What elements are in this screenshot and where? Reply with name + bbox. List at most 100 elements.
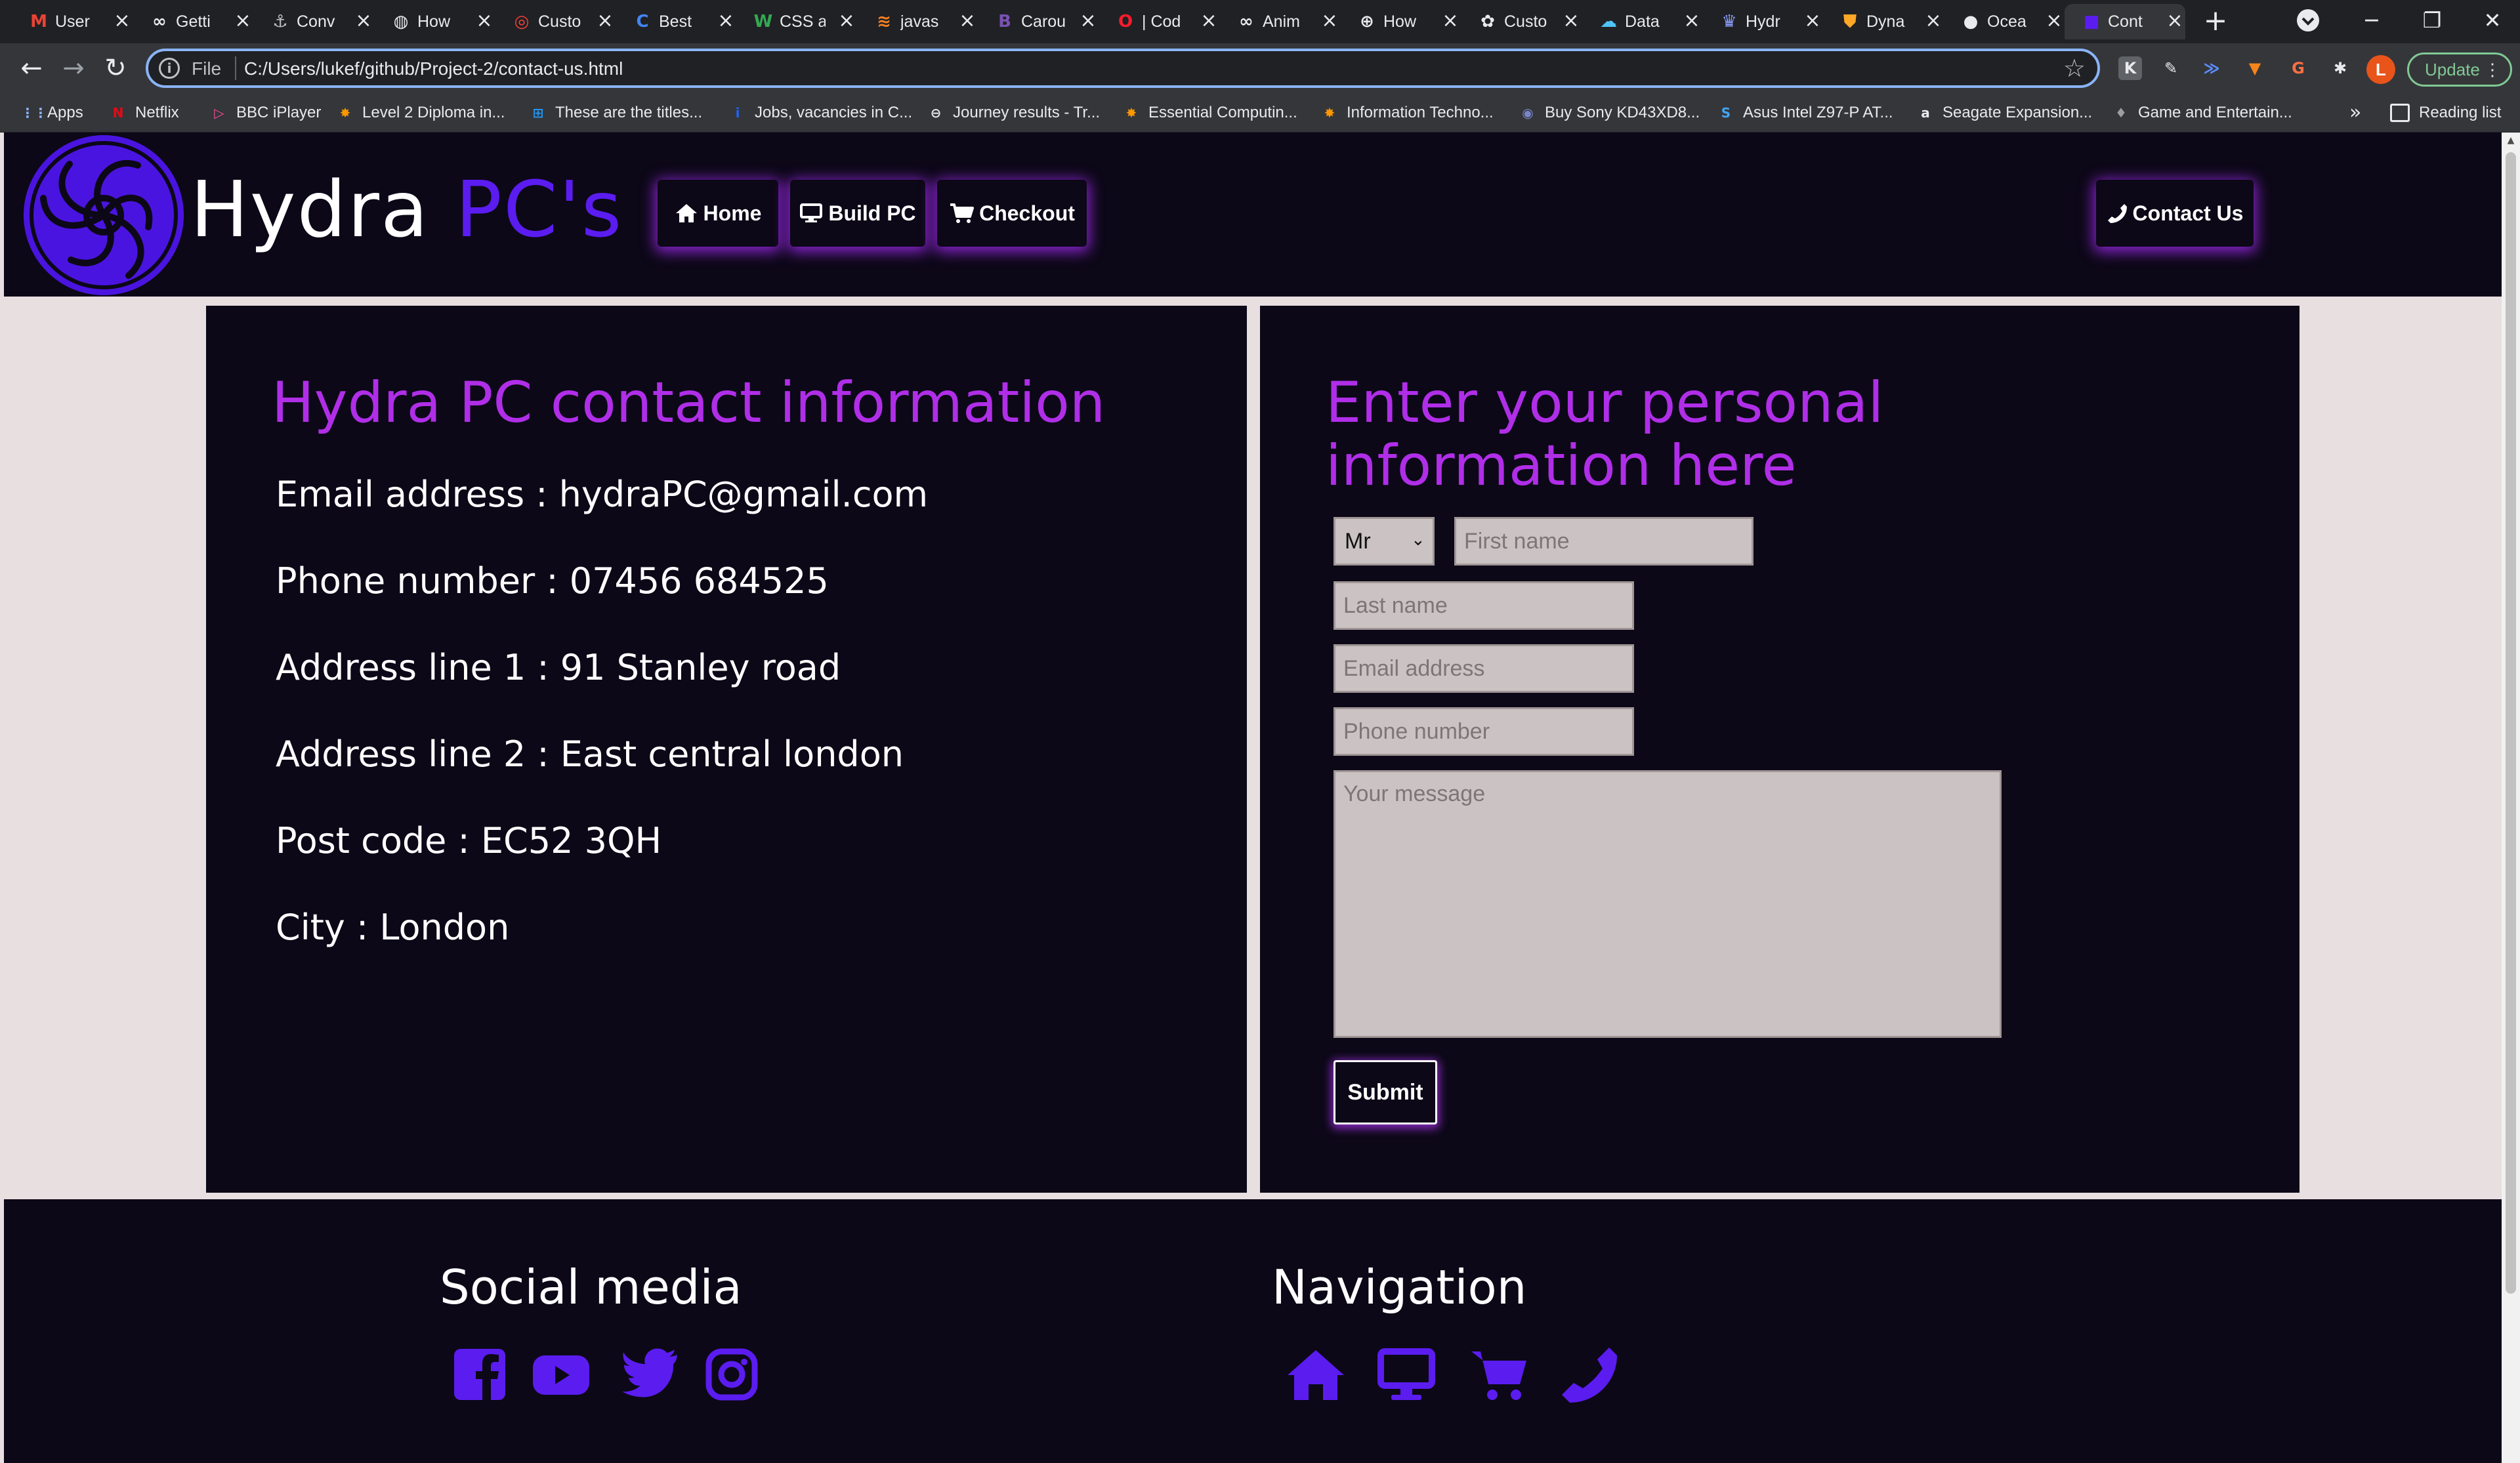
browser-tab[interactable]: ∞ Anim × bbox=[1219, 4, 1340, 39]
youtube-icon[interactable] bbox=[532, 1345, 591, 1404]
tab-close-icon[interactable]: × bbox=[1680, 9, 1704, 33]
extension-metamask-icon[interactable]: ▼ bbox=[2243, 56, 2267, 80]
tab-close-icon[interactable]: × bbox=[1801, 9, 1824, 33]
browser-tab[interactable]: ■ Cont × bbox=[2065, 4, 2185, 39]
close-window-button[interactable]: ✕ bbox=[2473, 4, 2512, 37]
instagram-icon[interactable] bbox=[702, 1345, 761, 1404]
menu-dots-icon[interactable]: ⋮ bbox=[2484, 54, 2501, 85]
tab-close-icon[interactable]: × bbox=[1076, 9, 1100, 33]
browser-tab[interactable]: M User × bbox=[12, 4, 133, 39]
scroll-up-icon[interactable]: ▲ bbox=[2506, 135, 2516, 146]
bookmark-label: Buy Sony KD43XD8... bbox=[1545, 104, 1700, 121]
address-bar[interactable]: i File C:/Users/lukef/github/Project-2/c… bbox=[146, 49, 2100, 88]
forward-button[interactable]: → bbox=[56, 51, 91, 85]
extension-feather-icon[interactable]: ✎ bbox=[2159, 56, 2183, 80]
submit-button[interactable]: Submit bbox=[1334, 1060, 1437, 1124]
bookmark-item[interactable]: ⊖ Journey results - Tr... bbox=[927, 100, 1100, 126]
bookmark-item[interactable]: a Seagate Expansion... bbox=[1916, 100, 2092, 126]
title-select[interactable]: Mr bbox=[1334, 517, 1435, 566]
tab-close-icon[interactable]: × bbox=[714, 9, 738, 33]
bookmark-item[interactable]: ✸ Essential Computin... bbox=[1122, 100, 1297, 126]
tab-close-icon[interactable]: × bbox=[593, 9, 617, 33]
tab-close-icon[interactable]: × bbox=[1318, 9, 1341, 33]
browser-tab[interactable]: ⊕ How × bbox=[1340, 4, 1461, 39]
phone-input[interactable] bbox=[1334, 707, 1634, 756]
browser-tab[interactable]: W CSS a × bbox=[736, 4, 857, 39]
tab-title: Getti bbox=[176, 12, 211, 31]
tab-close-icon[interactable]: × bbox=[2163, 9, 2187, 33]
message-textarea[interactable] bbox=[1334, 770, 2002, 1038]
tab-close-icon[interactable]: × bbox=[110, 9, 134, 33]
tab-search-icon[interactable] bbox=[2293, 5, 2323, 35]
bookmark-item[interactable]: i Jobs, vacancies in C... bbox=[728, 100, 913, 126]
back-button[interactable]: ← bbox=[14, 51, 49, 85]
page-scrollbar[interactable]: ▲ bbox=[2502, 133, 2520, 1463]
browser-tab[interactable]: ◎ Custo × bbox=[495, 4, 616, 39]
nav-contact-us-button[interactable]: Contact Us bbox=[2096, 180, 2254, 247]
tab-close-icon[interactable]: × bbox=[352, 9, 375, 33]
reading-list-button[interactable]: Reading list bbox=[2390, 100, 2501, 126]
tab-close-icon[interactable]: × bbox=[1922, 9, 1945, 33]
bookmark-star-icon[interactable]: ☆ bbox=[2063, 55, 2086, 81]
tab-close-icon[interactable]: × bbox=[472, 9, 496, 33]
tab-close-icon[interactable]: × bbox=[956, 9, 979, 33]
tab-close-icon[interactable]: × bbox=[231, 9, 255, 33]
browser-tab[interactable]: ♛ Hydr × bbox=[1702, 4, 1823, 39]
bookmark-item[interactable]: ⊞ These are the titles... bbox=[529, 100, 703, 126]
new-tab-button[interactable]: + bbox=[2201, 7, 2230, 35]
nav-build-pc-button[interactable]: Build PC bbox=[790, 180, 925, 247]
nav-checkout-button[interactable]: Checkout bbox=[937, 180, 1087, 247]
browser-tab[interactable]: ◍ How × bbox=[374, 4, 495, 39]
site-header: Hydra PC's Home Build PC Checkout Contac… bbox=[4, 133, 2502, 297]
first-name-input[interactable] bbox=[1454, 517, 1754, 566]
tab-close-icon[interactable]: × bbox=[1197, 9, 1221, 33]
minimize-button[interactable]: ─ bbox=[2352, 4, 2391, 37]
twitter-icon[interactable] bbox=[621, 1345, 680, 1404]
browser-tab[interactable]: ● Ocea × bbox=[1944, 4, 2065, 39]
browser-tab[interactable]: O | Cod × bbox=[1099, 4, 1219, 39]
bookmark-item[interactable]: ◉ Buy Sony KD43XD8... bbox=[1519, 100, 1700, 126]
browser-tab[interactable]: ∞ Getti × bbox=[133, 4, 253, 39]
update-button[interactable]: Update ⋮ bbox=[2407, 52, 2512, 87]
bookmark-item[interactable]: ▷ BBC iPlayer bbox=[210, 100, 321, 126]
footer-cart-icon[interactable] bbox=[1470, 1345, 1529, 1404]
extension-k-icon[interactable]: K bbox=[2118, 56, 2142, 80]
bookmark-item[interactable]: ⋮⋮ Apps bbox=[21, 100, 83, 126]
browser-tab[interactable]: B Carou × bbox=[978, 4, 1099, 39]
bookmarks-overflow-button[interactable]: » bbox=[2349, 101, 2361, 124]
tab-close-icon[interactable]: × bbox=[1559, 9, 1583, 33]
browser-tab[interactable]: ⛊ Dyna × bbox=[1823, 4, 1944, 39]
bookmark-item[interactable]: ✸ Information Techno... bbox=[1320, 100, 1494, 126]
hydra-logo-icon[interactable] bbox=[24, 135, 184, 295]
brand-title[interactable]: Hydra PC's bbox=[190, 160, 623, 258]
facebook-icon[interactable] bbox=[450, 1345, 509, 1404]
browser-tab[interactable]: C Best × bbox=[616, 4, 736, 39]
bookmark-item[interactable]: N Netflix bbox=[109, 100, 179, 126]
restore-button[interactable]: ❐ bbox=[2412, 4, 2452, 37]
browser-tab[interactable]: ☁ Data × bbox=[1582, 4, 1702, 39]
tab-close-icon[interactable]: × bbox=[2042, 9, 2066, 33]
last-name-input[interactable] bbox=[1334, 581, 1634, 630]
nav-home-button[interactable]: Home bbox=[658, 180, 778, 247]
footer-home-icon[interactable] bbox=[1286, 1345, 1345, 1404]
url-text[interactable]: C:/Users/lukef/github/Project-2/contact-… bbox=[244, 58, 623, 80]
tab-close-icon[interactable]: × bbox=[835, 9, 858, 33]
email-input[interactable] bbox=[1334, 644, 1634, 693]
site-info-icon[interactable]: i bbox=[159, 58, 180, 79]
profile-avatar[interactable]: L bbox=[2366, 55, 2395, 84]
reload-button[interactable]: ↻ bbox=[98, 51, 133, 85]
bookmark-item[interactable]: S Asus Intel Z97-P AT... bbox=[1717, 100, 1893, 126]
browser-tab[interactable]: ✿ Custo × bbox=[1461, 4, 1582, 39]
scrollbar-thumb[interactable] bbox=[2506, 152, 2516, 1294]
extension-chevrons-icon[interactable]: ≫ bbox=[2200, 56, 2223, 80]
apps-grid-icon: ⋮⋮ bbox=[21, 105, 47, 121]
extension-g-icon[interactable]: G bbox=[2286, 56, 2310, 80]
extensions-puzzle-icon[interactable]: ✱ bbox=[2328, 56, 2352, 80]
bookmark-item[interactable]: ♦ Game and Entertain... bbox=[2112, 100, 2292, 126]
bookmark-item[interactable]: ✸ Level 2 Diploma in... bbox=[336, 100, 505, 126]
footer-monitor-icon[interactable] bbox=[1377, 1345, 1436, 1404]
footer-phone-icon[interactable] bbox=[1559, 1345, 1618, 1404]
browser-tab[interactable]: ≋ javas × bbox=[857, 4, 978, 39]
tab-close-icon[interactable]: × bbox=[1438, 9, 1462, 33]
browser-tab[interactable]: ⚓ Conv × bbox=[253, 4, 374, 39]
